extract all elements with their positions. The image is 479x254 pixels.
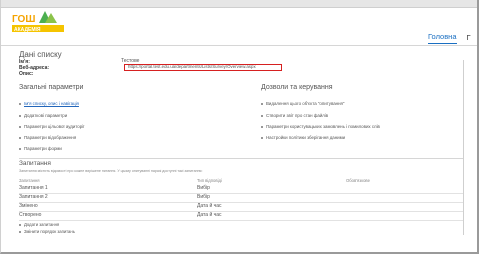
general-link-display[interactable]: Параметри відображення bbox=[19, 135, 76, 140]
logo-text-bottom: АКАДЕМІЯ bbox=[14, 27, 41, 33]
permissions-link-user-settings[interactable]: Параметри користувацьких замовлень і пом… bbox=[261, 124, 380, 129]
add-question-link[interactable]: Додати запитання bbox=[19, 222, 59, 227]
page-title: Дані списку bbox=[19, 50, 62, 59]
content-edge bbox=[463, 60, 464, 235]
divider bbox=[19, 158, 464, 159]
general-link-name[interactable]: Ім'я списку, опис і навігація bbox=[19, 101, 79, 106]
description-label: Опис: bbox=[19, 71, 34, 77]
logo-text-top: ГОШ bbox=[12, 14, 35, 25]
type-cell: Дата й час bbox=[197, 203, 222, 209]
column-header-type: Тип відповіді bbox=[197, 178, 222, 183]
column-header-question: Запитання bbox=[19, 178, 40, 183]
top-bar bbox=[1, 0, 477, 8]
permissions-link-delete[interactable]: Видалення цього об'єкта "опитування" bbox=[261, 101, 344, 106]
top-nav: Головна Г bbox=[428, 30, 471, 44]
divider bbox=[1, 45, 477, 46]
type-cell: Вибір bbox=[197, 194, 210, 200]
general-settings-title: Загальні параметри bbox=[19, 84, 84, 91]
permissions-link-retention[interactable]: Настройки політики зберігання даними bbox=[261, 135, 345, 140]
columns-title: Запитання bbox=[19, 160, 51, 167]
logo: ГОШ АКАДЕМІЯ bbox=[12, 11, 64, 33]
type-cell: Дата й час bbox=[197, 212, 222, 218]
table-row: Створено Дата й час bbox=[19, 211, 464, 221]
general-link-audience[interactable]: Параметри цільової аудиторії bbox=[19, 124, 84, 129]
reorder-questions-link[interactable]: Змінити порядок запитань bbox=[19, 229, 75, 234]
general-link-advanced[interactable]: Додаткові параметри bbox=[19, 113, 67, 118]
url-value-highlighted[interactable]: https://portal.test.edu.ua/departments/L… bbox=[124, 64, 282, 71]
question-cell[interactable]: Змінено bbox=[19, 203, 38, 209]
permissions-link-report[interactable]: Створити звіт про стан файлів bbox=[261, 113, 328, 118]
tab-home[interactable]: Головна bbox=[428, 32, 457, 44]
column-header-required: Обов'язкове bbox=[346, 178, 370, 183]
question-cell[interactable]: Запитання 2 bbox=[19, 194, 48, 200]
question-cell[interactable]: Запитання 1 bbox=[19, 185, 48, 191]
tab-partial[interactable]: Г bbox=[467, 33, 471, 44]
question-cell[interactable]: Створено bbox=[19, 212, 41, 218]
columns-description: Запитання містить відомості про кожне ви… bbox=[19, 169, 203, 173]
general-link-form[interactable]: Параметри форми bbox=[19, 146, 62, 151]
window: ГОШ АКАДЕМІЯ Головна Г Дані списку Ім'я:… bbox=[0, 0, 479, 254]
permissions-title: Дозволи та керування bbox=[261, 84, 333, 91]
type-cell: Вибір bbox=[197, 185, 210, 191]
